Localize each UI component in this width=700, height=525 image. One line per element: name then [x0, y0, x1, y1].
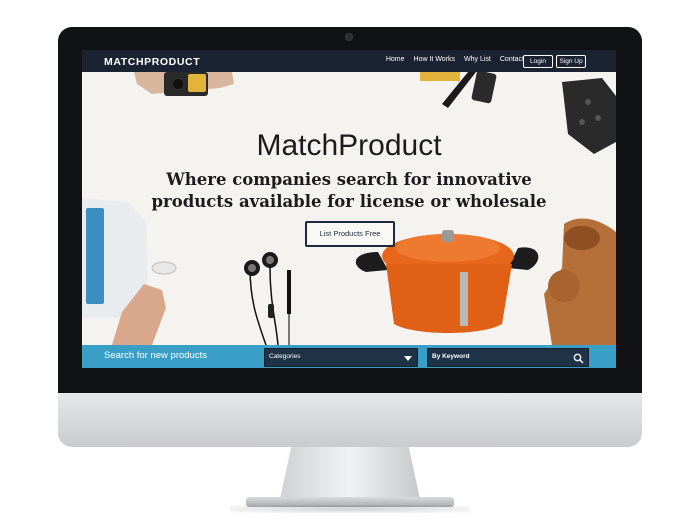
camera-icon — [345, 33, 353, 41]
signup-button[interactable]: Sign Up — [556, 55, 586, 68]
tablet-device-image — [82, 198, 177, 345]
top-nav: MATCHPRODUCT Home How It Works Why List … — [82, 50, 616, 72]
plush-toy-image — [544, 218, 616, 345]
hero-subtitle-line-2: products available for license or wholes… — [151, 192, 547, 211]
search-icon[interactable] — [573, 351, 584, 368]
categories-select-value: Categories — [269, 353, 301, 360]
nav-link-contact[interactable]: Contact — [500, 56, 524, 63]
nav-link-why-list[interactable]: Why List — [464, 56, 491, 63]
chevron-down-icon — [404, 356, 412, 361]
yellow-device-image — [134, 72, 234, 96]
monitor-stand-neck — [280, 447, 420, 499]
monitor-shadow — [230, 505, 470, 513]
login-button[interactable]: Login — [523, 55, 553, 68]
keyword-search-input[interactable]: By Keyword — [427, 348, 589, 367]
search-bar: Search for new products Categories By Ke… — [82, 345, 616, 368]
nav-link-home[interactable]: Home — [386, 56, 405, 63]
search-label: Search for new products — [104, 350, 207, 361]
nav-links: Home How It Works Why List Contact — [386, 56, 524, 63]
hero-title: MatchProduct — [256, 129, 442, 162]
earphones-image — [244, 252, 291, 345]
hero-subtitle: Where companies search for innovative pr… — [82, 169, 616, 213]
site-logo[interactable]: MATCHPRODUCT — [104, 56, 200, 68]
hero-section: MatchProduct Where companies search for … — [82, 72, 616, 345]
list-products-free-button[interactable]: List Products Free — [305, 221, 395, 247]
screen: MATCHPRODUCT Home How It Works Why List … — [82, 50, 616, 368]
monitor-chin — [58, 393, 642, 447]
hero-subtitle-line-1: Where companies search for innovative — [166, 170, 532, 189]
nav-link-how-it-works[interactable]: How It Works — [414, 56, 456, 63]
categories-select[interactable]: Categories — [264, 348, 418, 367]
keyword-placeholder: By Keyword — [432, 353, 470, 360]
